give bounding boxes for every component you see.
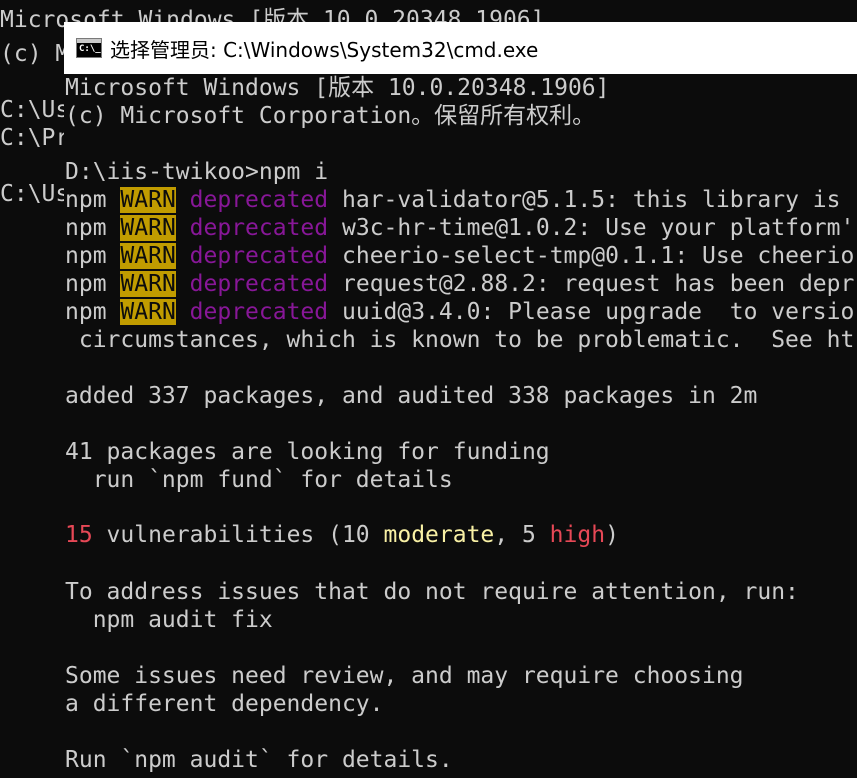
vulnerability-text: ) xyxy=(605,522,619,548)
warn-badge: WARN xyxy=(120,187,176,213)
console-prompt: D:\iis-twikoo>npm i xyxy=(65,159,329,185)
vulnerability-count: 15 xyxy=(65,522,93,548)
bg-console-line: C:\Us xyxy=(0,97,70,123)
npm-warning-line: npm WARN deprecated uuid@3.4.0: Please u… xyxy=(65,298,854,326)
warning-message: w3c-hr-time@1.0.2: Use your platform' xyxy=(342,215,855,241)
high-label: high xyxy=(549,522,606,548)
npm-prefix: npm xyxy=(65,271,107,297)
console-header-version: Microsoft Windows [版本 10.0.20348.1906] xyxy=(65,75,610,101)
vulnerability-text: , 5 xyxy=(494,522,550,548)
warning-continuation: circumstances, which is known to be prob… xyxy=(65,327,855,353)
npm-warning-line: npm WARN deprecated har-validator@5.1.5:… xyxy=(65,186,841,214)
funding-line: 41 packages are looking for funding xyxy=(65,439,550,465)
npm-warning-line: npm WARN deprecated request@2.88.2: requ… xyxy=(65,270,854,298)
address-issues-line: To address issues that do not require at… xyxy=(65,579,799,605)
bg-console-line: C:\Pr xyxy=(0,125,70,151)
warning-message: cheerio-select-tmp@0.1.1: Use cheerio xyxy=(342,243,855,269)
cmd-icon[interactable]: C:\_ xyxy=(76,38,102,58)
warn-badge: WARN xyxy=(120,299,176,325)
warning-message: har-validator@5.1.5: this library is xyxy=(342,187,841,213)
npm-prefix: npm xyxy=(65,243,107,269)
console-header-copyright: (c) Microsoft Corporation。保留所有权利。 xyxy=(65,103,596,129)
npm-prefix: npm xyxy=(65,299,107,325)
review-line: Some issues need review, and may require… xyxy=(65,663,744,689)
warning-message: request@2.88.2: request has been depr xyxy=(342,271,855,297)
run-audit-line: Run `npm audit` for details. xyxy=(65,747,453,773)
deprecated-tag: deprecated xyxy=(189,299,329,325)
deprecated-tag: deprecated xyxy=(189,243,329,269)
npm-prefix: npm xyxy=(65,215,107,241)
warn-badge: WARN xyxy=(120,215,176,241)
npm-warning-line: npm WARN deprecated cheerio-select-tmp@0… xyxy=(65,242,854,270)
vulnerabilities-line: 15 vulnerabilities (10 moderate, 5 high) xyxy=(65,521,619,549)
cmd-icon-glyph: C:\_ xyxy=(79,44,101,54)
warn-badge: WARN xyxy=(120,243,176,269)
deprecated-tag: deprecated xyxy=(189,271,329,297)
review-line: a different dependency. xyxy=(65,691,384,717)
funding-hint-line: run `npm fund` for details xyxy=(65,467,453,493)
bg-console-line: (c) M xyxy=(0,41,70,67)
vulnerability-text: vulnerabilities (10 xyxy=(92,522,384,548)
cmd-window[interactable]: C:\_ 选择管理员: C:\Windows\System32\cmd.exe … xyxy=(64,22,857,778)
added-packages-line: added 337 packages, and audited 338 pack… xyxy=(65,383,758,409)
warning-message: uuid@3.4.0: Please upgrade to versio xyxy=(342,299,855,325)
window-title: 选择管理员: C:\Windows\System32\cmd.exe xyxy=(110,37,539,62)
deprecated-tag: deprecated xyxy=(189,215,329,241)
bg-console-line: C:\Us xyxy=(0,181,70,207)
window-titlebar[interactable]: C:\_ 选择管理员: C:\Windows\System32\cmd.exe xyxy=(64,22,857,74)
deprecated-tag: deprecated xyxy=(189,187,329,213)
console-output[interactable]: Microsoft Windows [版本 10.0.20348.1906] (… xyxy=(64,74,857,778)
moderate-label: moderate xyxy=(383,522,495,548)
audit-fix-command: npm audit fix xyxy=(65,607,273,633)
npm-warning-line: npm WARN deprecated w3c-hr-time@1.0.2: U… xyxy=(65,214,854,242)
npm-prefix: npm xyxy=(65,187,107,213)
warn-badge: WARN xyxy=(120,271,176,297)
